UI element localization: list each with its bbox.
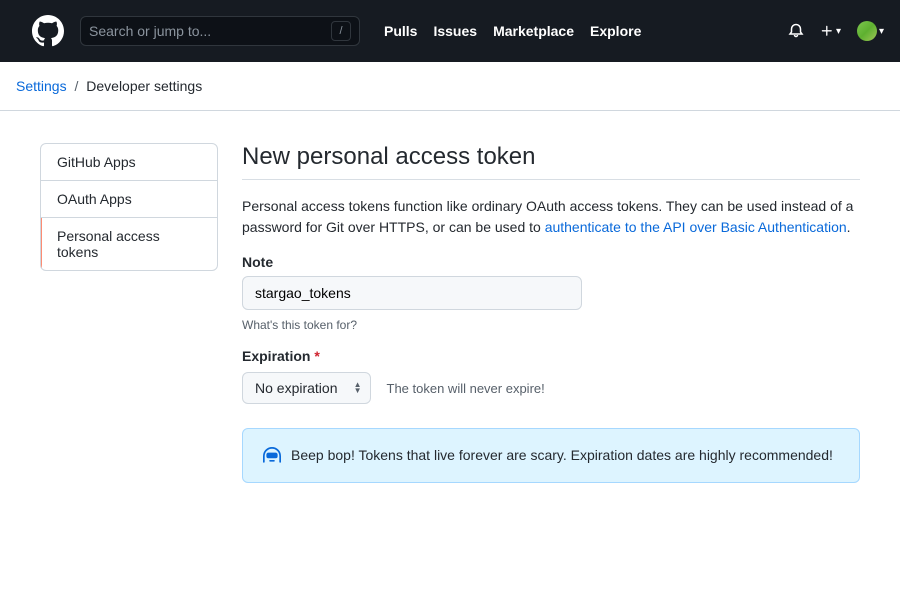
breadcrumb-current: Developer settings [86,78,202,94]
nav-issues[interactable]: Issues [433,23,477,39]
expiration-selected-value: No expiration [255,380,338,396]
page-description: Personal access tokens function like ord… [242,196,860,238]
notifications-icon[interactable] [788,23,804,39]
description-link[interactable]: authenticate to the API over Basic Authe… [545,219,847,235]
sidebar-item-label: GitHub Apps [57,154,136,170]
global-header: Search or jump to... / Pulls Issues Mark… [0,0,900,62]
expiration-label: Expiration * [242,348,860,364]
note-input[interactable] [242,276,582,310]
required-indicator: * [314,348,319,364]
header-actions: ▾ ▾ [788,21,884,41]
sidebar-item-label: Personal access tokens [57,228,160,260]
hubot-icon [263,447,281,465]
breadcrumb-settings-link[interactable]: Settings [16,78,67,94]
github-logo-icon[interactable] [32,15,64,47]
expiration-select[interactable]: No expiration ▲▼ [242,372,371,404]
sidebar-item-personal-access-tokens[interactable]: Personal access tokens [41,218,217,270]
main-content: New personal access token Personal acces… [242,143,860,483]
note-label: Note [242,254,860,270]
breadcrumb-separator: / [74,78,78,94]
nav-links: Pulls Issues Marketplace Explore [384,23,641,39]
nav-marketplace[interactable]: Marketplace [493,23,574,39]
breadcrumb: Settings / Developer settings [0,62,900,111]
select-arrows-icon: ▲▼ [354,382,362,394]
expiration-hint: The token will never expire! [387,381,545,396]
create-new-button[interactable]: ▾ [820,24,841,38]
search-input[interactable]: Search or jump to... / [80,16,360,46]
sidebar-item-oauth-apps[interactable]: OAuth Apps [41,181,217,218]
slash-key-icon: / [331,21,351,41]
flash-text: Beep bop! Tokens that live forever are s… [291,445,833,466]
description-text-post: . [847,219,851,235]
sidebar-item-label: OAuth Apps [57,191,132,207]
page-container: GitHub Apps OAuth Apps Personal access t… [0,111,900,515]
sidebar-menu: GitHub Apps OAuth Apps Personal access t… [40,143,218,271]
sidebar-item-github-apps[interactable]: GitHub Apps [41,144,217,181]
caret-down-icon: ▾ [879,26,884,37]
nav-explore[interactable]: Explore [590,23,641,39]
caret-down-icon: ▾ [836,26,841,37]
expiration-label-text: Expiration [242,348,310,364]
flash-warning: Beep bop! Tokens that live forever are s… [242,428,860,483]
expiration-row: No expiration ▲▼ The token will never ex… [242,372,860,404]
note-help-text: What's this token for? [242,318,860,332]
nav-pulls[interactable]: Pulls [384,23,417,39]
avatar [857,21,877,41]
search-placeholder: Search or jump to... [89,23,331,39]
page-title: New personal access token [242,143,860,180]
sidebar: GitHub Apps OAuth Apps Personal access t… [40,143,218,483]
user-menu[interactable]: ▾ [857,21,884,41]
